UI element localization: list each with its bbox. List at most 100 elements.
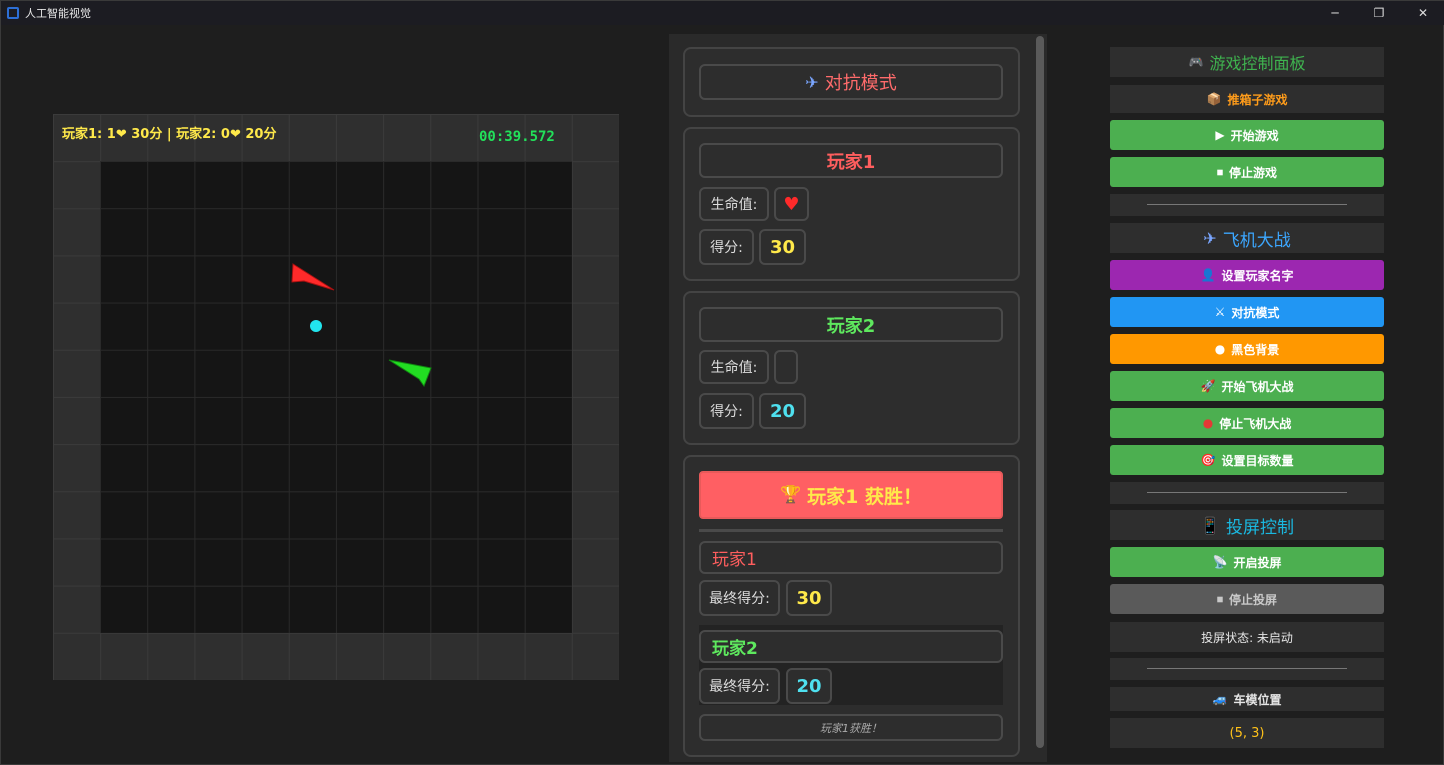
stop-game-label: 停止游戏	[1229, 165, 1278, 180]
player1-score: 30	[769, 236, 796, 258]
versus-mode-label: 对抗模式	[1231, 305, 1280, 320]
player2-plane	[388, 359, 432, 388]
player1-hp-label: 生命值:	[710, 197, 758, 213]
player2-name: 玩家2	[826, 315, 876, 337]
player1-hp-box: ♥	[774, 187, 809, 221]
result-p2-score-box: 20	[786, 668, 832, 704]
car-position: (5, 3)	[1110, 718, 1384, 748]
sokoban-header: 📦 推箱子游戏	[1110, 85, 1384, 113]
start-game-label: 开始游戏	[1230, 128, 1279, 143]
red-circle-icon: ●	[1202, 416, 1214, 430]
set-target-label: 设置目标数量	[1221, 453, 1294, 468]
player1-score-label: 得分:	[710, 240, 743, 256]
plane-header: ✈ 飞机大战	[1110, 223, 1384, 253]
player2-score: 20	[769, 400, 796, 422]
plane-icon: ✈	[1203, 228, 1217, 248]
player1-name: 玩家1	[826, 151, 876, 173]
player1-name-box: 玩家1	[699, 143, 1003, 178]
car-position-value: (5, 3)	[1229, 725, 1265, 741]
player2-name-box: 玩家2	[699, 307, 1003, 342]
stop-icon: ⏹	[1216, 591, 1223, 606]
cast-header-label: 投屏控制	[1225, 517, 1294, 538]
set-names-button[interactable]: 👤 设置玩家名字	[1110, 260, 1384, 290]
start-cast-label: 开启投屏	[1233, 555, 1282, 570]
result-p1-name: 玩家1	[712, 550, 757, 570]
player1-score-label-box: 得分:	[699, 229, 754, 265]
gamepad-icon: 🎮	[1188, 55, 1204, 69]
set-target-button[interactable]: 🎯 设置目标数量	[1110, 445, 1384, 475]
separator	[1110, 194, 1384, 216]
swords-icon: ⚔	[1214, 305, 1226, 319]
separator	[1110, 658, 1384, 680]
player2-score-box: 20	[759, 393, 806, 429]
game-board[interactable]: 玩家1: 1❤ 30分 | 玩家2: 0❤ 20分 00:39.572	[53, 114, 619, 680]
phone-icon: 📱	[1200, 515, 1220, 535]
start-cast-button[interactable]: 📡 开启投屏	[1110, 547, 1384, 577]
black-bg-button[interactable]: ● 黑色背景	[1110, 334, 1384, 364]
scrollbar[interactable]	[1034, 34, 1046, 762]
player1-plane	[291, 263, 335, 291]
player1-score-box: 30	[759, 229, 806, 265]
mode-box: ✈ 对抗模式	[699, 64, 1003, 100]
cast-header: 📱 投屏控制	[1110, 510, 1384, 540]
stop-cast-button[interactable]: ⏹ 停止投屏	[1110, 584, 1384, 614]
plane-header-label: 飞机大战	[1222, 230, 1291, 251]
mode-label: 对抗模式	[824, 73, 897, 94]
winner-text: 玩家1 获胜！	[807, 485, 922, 508]
player2-hp-label-box: 生命值:	[699, 350, 769, 384]
result-p2-name: 玩家2	[712, 639, 758, 659]
result-p1-label-box: 最终得分:	[699, 580, 780, 616]
scroll-thumb[interactable]	[1036, 36, 1044, 748]
start-game-button[interactable]: ▶ 开始游戏	[1110, 120, 1384, 150]
stop-plane-button[interactable]: ● 停止飞机大战	[1110, 408, 1384, 438]
result-p1-score-box: 30	[786, 580, 832, 616]
circle-icon: ●	[1214, 342, 1226, 356]
heart-icon: ♥	[783, 193, 800, 215]
player2-hp-box	[774, 350, 798, 384]
trophy-icon: 🏆	[779, 485, 802, 505]
car-icon: 🚙	[1212, 692, 1228, 706]
minimize-button[interactable]: ─	[1313, 1, 1357, 25]
box-icon: 📦	[1206, 92, 1222, 106]
result-divider	[699, 529, 1003, 532]
cast-status-text: 投屏状态: 未启动	[1201, 630, 1293, 645]
stop-game-button[interactable]: ⏹ 停止游戏	[1110, 157, 1384, 187]
stop-cast-label: 停止投屏	[1229, 592, 1278, 607]
versus-mode-button[interactable]: ⚔ 对抗模式	[1110, 297, 1384, 327]
player2-score-label: 得分:	[710, 404, 743, 420]
set-names-label: 设置玩家名字	[1221, 268, 1294, 283]
satellite-icon: 📡	[1212, 555, 1228, 569]
user-icon: 👤	[1200, 268, 1216, 282]
target-icon: 🎯	[1200, 453, 1216, 467]
close-button[interactable]: ✕	[1401, 1, 1444, 25]
ball	[310, 320, 322, 332]
rocket-icon: 🚀	[1200, 379, 1216, 393]
result-p1-label: 最终得分:	[709, 591, 770, 607]
result-p1-name-box: 玩家1	[699, 541, 1003, 574]
title-bar: 人工智能视觉 ─ ❐ ✕	[1, 1, 1444, 25]
player1-hp-label-box: 生命值:	[699, 187, 769, 221]
car-label: 车模位置	[1233, 692, 1282, 707]
start-plane-label: 开始飞机大战	[1221, 379, 1294, 394]
restore-button[interactable]: ❐	[1357, 1, 1401, 25]
plane-icon: ✈	[805, 72, 819, 92]
separator	[1110, 482, 1384, 504]
stop-icon: ⏹	[1216, 164, 1223, 179]
result-p2-label: 最终得分:	[709, 679, 770, 695]
car-header: 🚙 车模位置	[1110, 687, 1384, 711]
app-icon	[7, 7, 19, 19]
player2-score-label-box: 得分:	[699, 393, 754, 429]
result-note: 玩家1获胜！	[699, 714, 1003, 741]
game-sprites	[291, 263, 432, 388]
black-bg-label: 黑色背景	[1231, 342, 1280, 357]
cast-status: 投屏状态: 未启动	[1110, 622, 1384, 652]
result-p2-name-box: 玩家2	[699, 630, 1003, 663]
play-icon: ▶	[1215, 128, 1225, 142]
result-p2-label-box: 最终得分:	[699, 668, 780, 704]
result-p2-score: 20	[796, 675, 822, 697]
winner-banner: 🏆 玩家1 获胜！	[699, 471, 1003, 519]
start-plane-button[interactable]: 🚀 开始飞机大战	[1110, 371, 1384, 401]
stop-plane-label: 停止飞机大战	[1219, 416, 1292, 431]
player2-hp-label: 生命值:	[710, 360, 758, 376]
app-window: 人工智能视觉 ─ ❐ ✕ 玩家1: 1❤ 30分 | 玩家2: 0❤ 20分 0…	[0, 0, 1444, 765]
